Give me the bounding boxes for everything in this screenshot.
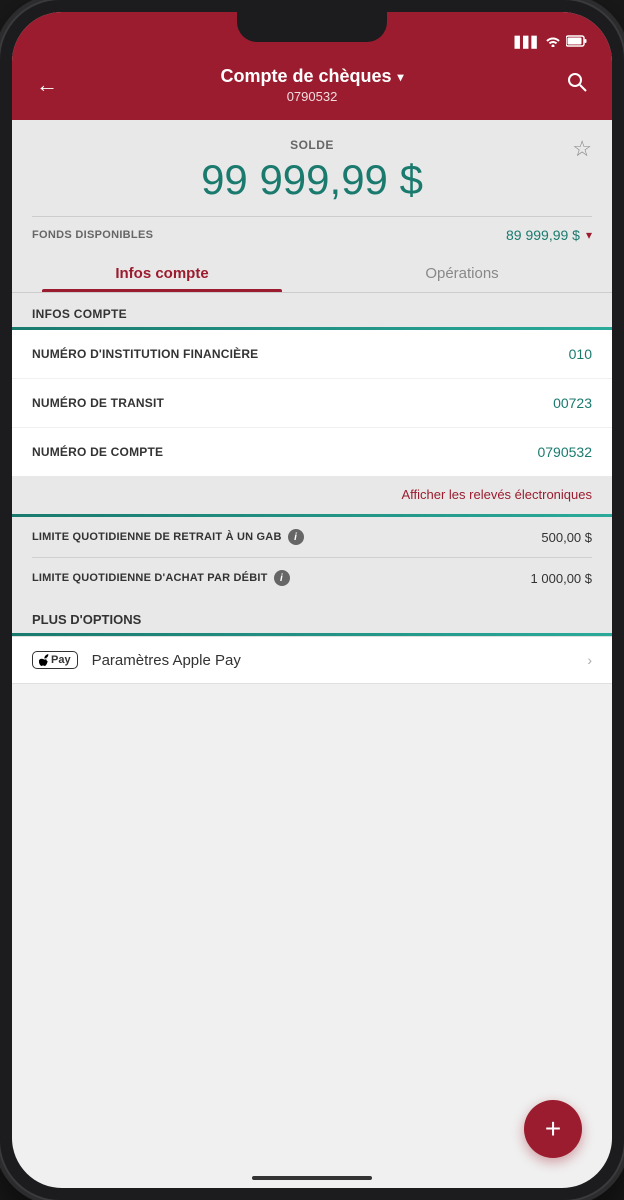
institution-label: NUMÉRO D'INSTITUTION FINANCIÈRE xyxy=(32,347,258,361)
apple-pay-label: Paramètres Apple Pay xyxy=(92,652,241,669)
screen: ▋▋▋ ← Compte xyxy=(12,12,612,1188)
battery-icon xyxy=(566,35,588,50)
account-number: 0790532 xyxy=(62,89,562,104)
balance-divider xyxy=(32,216,592,217)
phone-frame: ▋▋▋ ← Compte xyxy=(0,0,624,1200)
electronic-link[interactable]: Afficher les relevés électroniques xyxy=(401,487,592,502)
gab-info-icon[interactable]: i xyxy=(288,529,304,545)
electronic-link-section: Afficher les relevés électroniques xyxy=(12,476,612,514)
debit-limit-value: 1 000,00 $ xyxy=(531,571,592,586)
content-area: INFOS COMPTE NUMÉRO D'INSTITUTION FINANC… xyxy=(12,293,612,684)
debit-limit-row: LIMITE QUOTIDIENNE D'ACHAT PAR DÉBIT i 1… xyxy=(32,558,592,598)
apple-pay-text: Pay xyxy=(51,654,71,666)
balance-amount: 99 999,99 $ xyxy=(32,156,592,204)
gab-limit-row: LIMITE QUOTIDIENNE DE RETRAIT À UN GAB i… xyxy=(32,517,592,558)
gab-label-text: LIMITE QUOTIDIENNE DE RETRAIT À UN GAB xyxy=(32,531,282,543)
compte-value: 0790532 xyxy=(537,444,592,460)
apple-pay-left: Pay Paramètres Apple Pay xyxy=(32,651,241,669)
transit-value: 00723 xyxy=(553,395,592,411)
status-icons: ▋▋▋ xyxy=(515,35,588,50)
balance-label: SOLDE xyxy=(32,138,592,152)
tab-operations[interactable]: Opérations xyxy=(312,253,612,292)
tab-infos-label: Infos compte xyxy=(115,265,208,282)
institution-row: NUMÉRO D'INSTITUTION FINANCIÈRE 010 xyxy=(12,330,612,379)
back-button[interactable]: ← xyxy=(32,68,62,102)
tab-operations-label: Opérations xyxy=(425,265,498,282)
wifi-icon xyxy=(546,35,560,50)
notch xyxy=(237,12,387,42)
fonds-amount: 89 999,99 $ xyxy=(506,227,580,243)
home-indicator xyxy=(252,1176,372,1180)
info-card: NUMÉRO D'INSTITUTION FINANCIÈRE 010 NUMÉ… xyxy=(12,330,612,476)
fonds-chevron-icon: ▾ xyxy=(586,228,592,242)
apple-pay-badge: Pay xyxy=(32,651,78,669)
signal-icon: ▋▋▋ xyxy=(515,36,540,49)
fonds-section: FONDS DISPONIBLES 89 999,99 $ ▾ xyxy=(12,217,612,253)
limits-section: LIMITE QUOTIDIENNE DE RETRAIT À UN GAB i… xyxy=(12,517,612,598)
infos-section-header: INFOS COMPTE xyxy=(12,293,612,327)
fonds-label: FONDS DISPONIBLES xyxy=(32,229,153,241)
options-header: PLUS D'OPTIONS xyxy=(12,598,612,633)
tab-infos-compte[interactable]: Infos compte xyxy=(12,253,312,292)
transit-label: NUMÉRO DE TRANSIT xyxy=(32,396,164,410)
fonds-value[interactable]: 89 999,99 $ ▾ xyxy=(506,227,592,243)
debit-info-icon[interactable]: i xyxy=(274,570,290,586)
gab-limit-value: 500,00 $ xyxy=(541,530,592,545)
debit-limit-label: LIMITE QUOTIDIENNE D'ACHAT PAR DÉBIT i xyxy=(32,570,290,586)
fab-button[interactable]: + xyxy=(524,1100,582,1158)
compte-row: NUMÉRO DE COMPTE 0790532 xyxy=(12,428,612,476)
header-title: Compte de chèques ▾ xyxy=(62,66,562,87)
tabs-section: Infos compte Opérations xyxy=(12,253,612,293)
app-header: ← Compte de chèques ▾ 0790532 xyxy=(12,56,612,120)
dropdown-arrow-icon[interactable]: ▾ xyxy=(398,70,404,84)
account-title: Compte de chèques xyxy=(220,66,391,87)
compte-label: NUMÉRO DE COMPTE xyxy=(32,445,163,459)
search-button[interactable] xyxy=(562,67,592,103)
debit-label-text: LIMITE QUOTIDIENNE D'ACHAT PAR DÉBIT xyxy=(32,572,268,584)
balance-section: SOLDE 99 999,99 $ ☆ xyxy=(12,120,612,217)
gab-limit-label: LIMITE QUOTIDIENNE DE RETRAIT À UN GAB i xyxy=(32,529,304,545)
institution-value: 010 xyxy=(569,346,592,362)
star-button[interactable]: ☆ xyxy=(572,136,592,162)
header-center: Compte de chèques ▾ 0790532 xyxy=(62,66,562,104)
apple-pay-row[interactable]: Pay Paramètres Apple Pay › xyxy=(12,636,612,684)
apple-pay-chevron-icon: › xyxy=(587,652,592,668)
transit-row: NUMÉRO DE TRANSIT 00723 xyxy=(12,379,612,428)
